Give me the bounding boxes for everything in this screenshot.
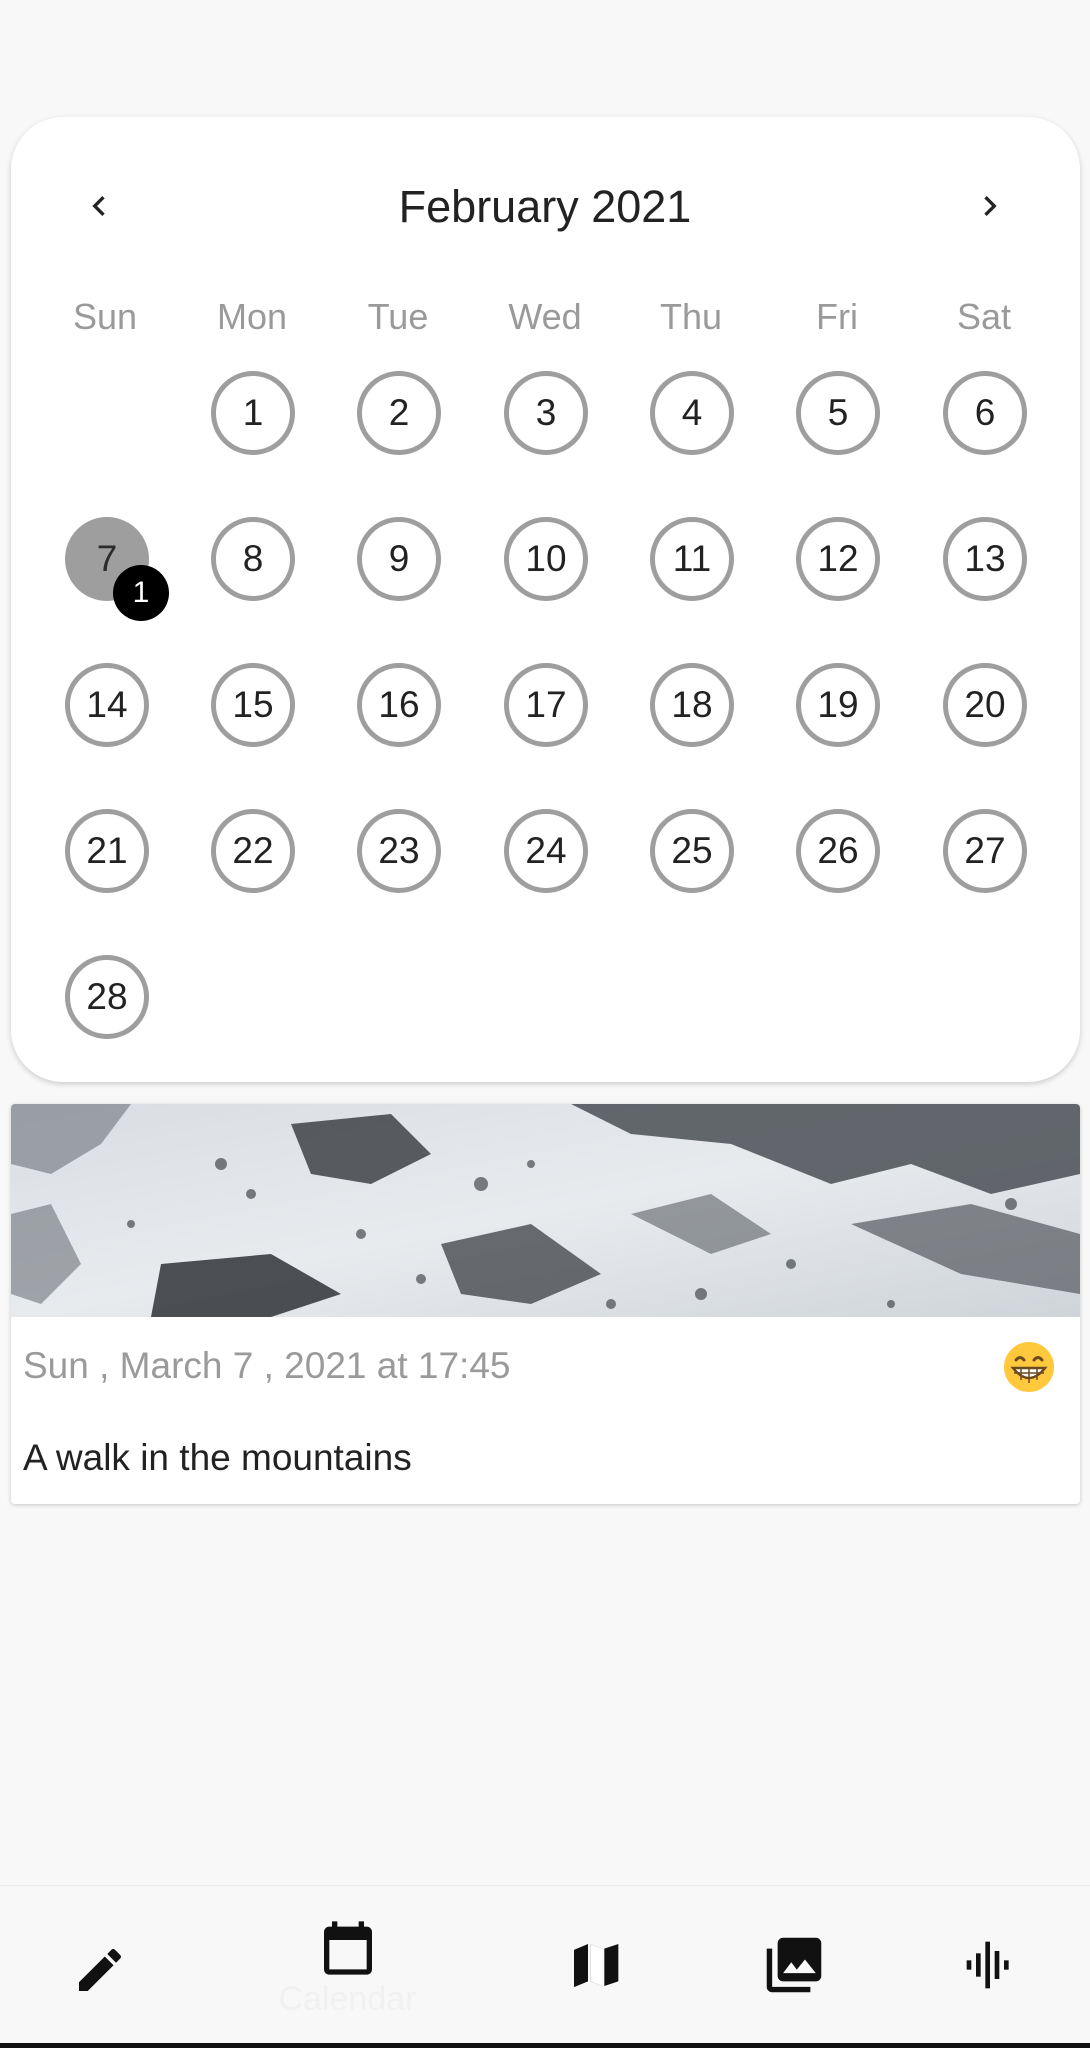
day-6[interactable]: 6 [943, 371, 1027, 455]
day-14[interactable]: 14 [65, 663, 149, 747]
day-15[interactable]: 15 [211, 663, 295, 747]
day-4[interactable]: 4 [650, 371, 734, 455]
map-icon [574, 1944, 619, 1988]
nav-calendar-button[interactable] [305, 1905, 390, 1990]
weekday-tue: Tue [367, 296, 429, 337]
day-8[interactable]: 8 [211, 517, 295, 601]
nav-gallery-button[interactable] [752, 1925, 836, 2005]
entry-count-badge: 1 [113, 565, 169, 621]
day-13[interactable]: 13 [943, 517, 1027, 601]
nav-write-button[interactable] [60, 1930, 140, 2010]
entry-title: A walk in the mountains [23, 1437, 412, 1478]
day-19[interactable]: 19 [796, 663, 880, 747]
day-1[interactable]: 1 [211, 371, 295, 455]
day-26[interactable]: 26 [796, 809, 880, 893]
day-16[interactable]: 16 [357, 663, 441, 747]
day-22[interactable]: 22 [211, 809, 295, 893]
day-21[interactable]: 21 [65, 809, 149, 893]
nav-audio-button[interactable] [950, 1925, 1030, 2005]
day-23[interactable]: 23 [357, 809, 441, 893]
nav-map-button[interactable] [555, 1925, 635, 2005]
day-24[interactable]: 24 [504, 809, 588, 893]
day-5[interactable]: 5 [796, 371, 880, 455]
day-2[interactable]: 2 [357, 371, 441, 455]
nav-calendar-label: Calendar [278, 1980, 417, 2018]
day-17[interactable]: 17 [504, 663, 588, 747]
day-27[interactable]: 27 [943, 809, 1027, 893]
month-title: February 2021 [398, 181, 692, 232]
next-month-button[interactable] [955, 171, 1025, 241]
snowy-mountain-photo [11, 1104, 1080, 1317]
chevron-right-icon [984, 196, 997, 216]
photo-library-icon [766, 1937, 822, 1993]
system-bottom-edge [0, 2043, 1090, 2048]
day-9[interactable]: 9 [357, 517, 441, 601]
weekday-thu: Thu [659, 296, 723, 337]
screen: February 2021 Sun Mon Tue Wed Thu Fri Sa… [0, 0, 1090, 2048]
pencil-icon [79, 1948, 122, 1991]
day-18[interactable]: 18 [650, 663, 734, 747]
bottom-navigation-bar [0, 1885, 1090, 2044]
calendar-icon [323, 1920, 372, 1975]
weekday-mon: Mon [216, 296, 288, 337]
day-3[interactable]: 3 [504, 371, 588, 455]
day-25[interactable]: 25 [650, 809, 734, 893]
day-20[interactable]: 20 [943, 663, 1027, 747]
weekday-sun: Sun [72, 296, 138, 337]
entry-date: Sun , March 7 , 2021 at 17:45 [23, 1345, 511, 1386]
day-28[interactable]: 28 [65, 955, 149, 1039]
weekday-wed: Wed [508, 296, 582, 337]
grinning-face-emoji-icon [1004, 1342, 1054, 1392]
weekday-fri: Fri [816, 296, 858, 337]
day-12[interactable]: 12 [796, 517, 880, 601]
audio-waveform-icon [966, 1941, 1009, 1989]
day-10[interactable]: 10 [504, 517, 588, 601]
weekday-sat: Sat [956, 296, 1012, 337]
day-11[interactable]: 11 [650, 517, 734, 601]
